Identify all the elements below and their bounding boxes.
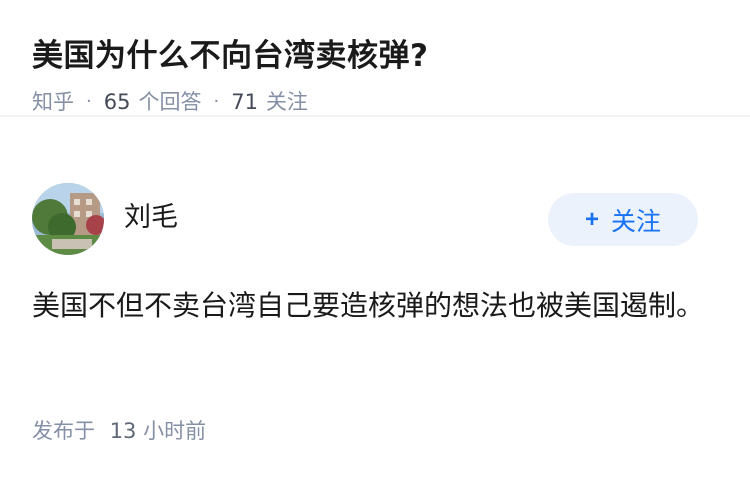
answer-time: 发布于 13 小时前 bbox=[32, 414, 206, 448]
follow-button[interactable]: + 关注 bbox=[548, 193, 698, 246]
question-title[interactable]: 美国为什么不向台湾卖核弹? bbox=[32, 34, 718, 78]
zhihu-question-page: 美国为什么不向台湾卖核弹? 知乎 · 65 个回答 · 71 关注 刘毛 + 关… bbox=[0, 0, 750, 482]
avatar-image bbox=[32, 183, 104, 255]
time-suffix: 小时前 bbox=[143, 419, 207, 443]
meta-separator: · bbox=[86, 91, 92, 112]
time-prefix: 发布于 bbox=[32, 419, 95, 443]
question-header: 美国为什么不向台湾卖核弹? 知乎 · 65 个回答 · 71 关注 bbox=[0, 0, 750, 117]
follow-count: 71 bbox=[231, 90, 258, 114]
follow-button-label: 关注 bbox=[611, 207, 662, 236]
answer-content[interactable]: 美国不但不卖台湾自己要造核弹的想法也被美国遏制。 bbox=[32, 282, 708, 330]
time-number: 13 bbox=[109, 419, 137, 443]
author-name[interactable]: 刘毛 bbox=[124, 199, 178, 237]
source-label[interactable]: 知乎 bbox=[32, 86, 74, 118]
answer-count-label: 个回答 bbox=[138, 90, 202, 114]
author-avatar[interactable] bbox=[32, 183, 104, 255]
follow-count-label: 关注 bbox=[265, 90, 308, 114]
answer-count: 65 bbox=[103, 90, 131, 114]
question-meta: 知乎 · 65 个回答 · 71 关注 bbox=[32, 86, 718, 118]
meta-separator: · bbox=[213, 91, 220, 112]
plus-icon: + bbox=[584, 205, 599, 233]
